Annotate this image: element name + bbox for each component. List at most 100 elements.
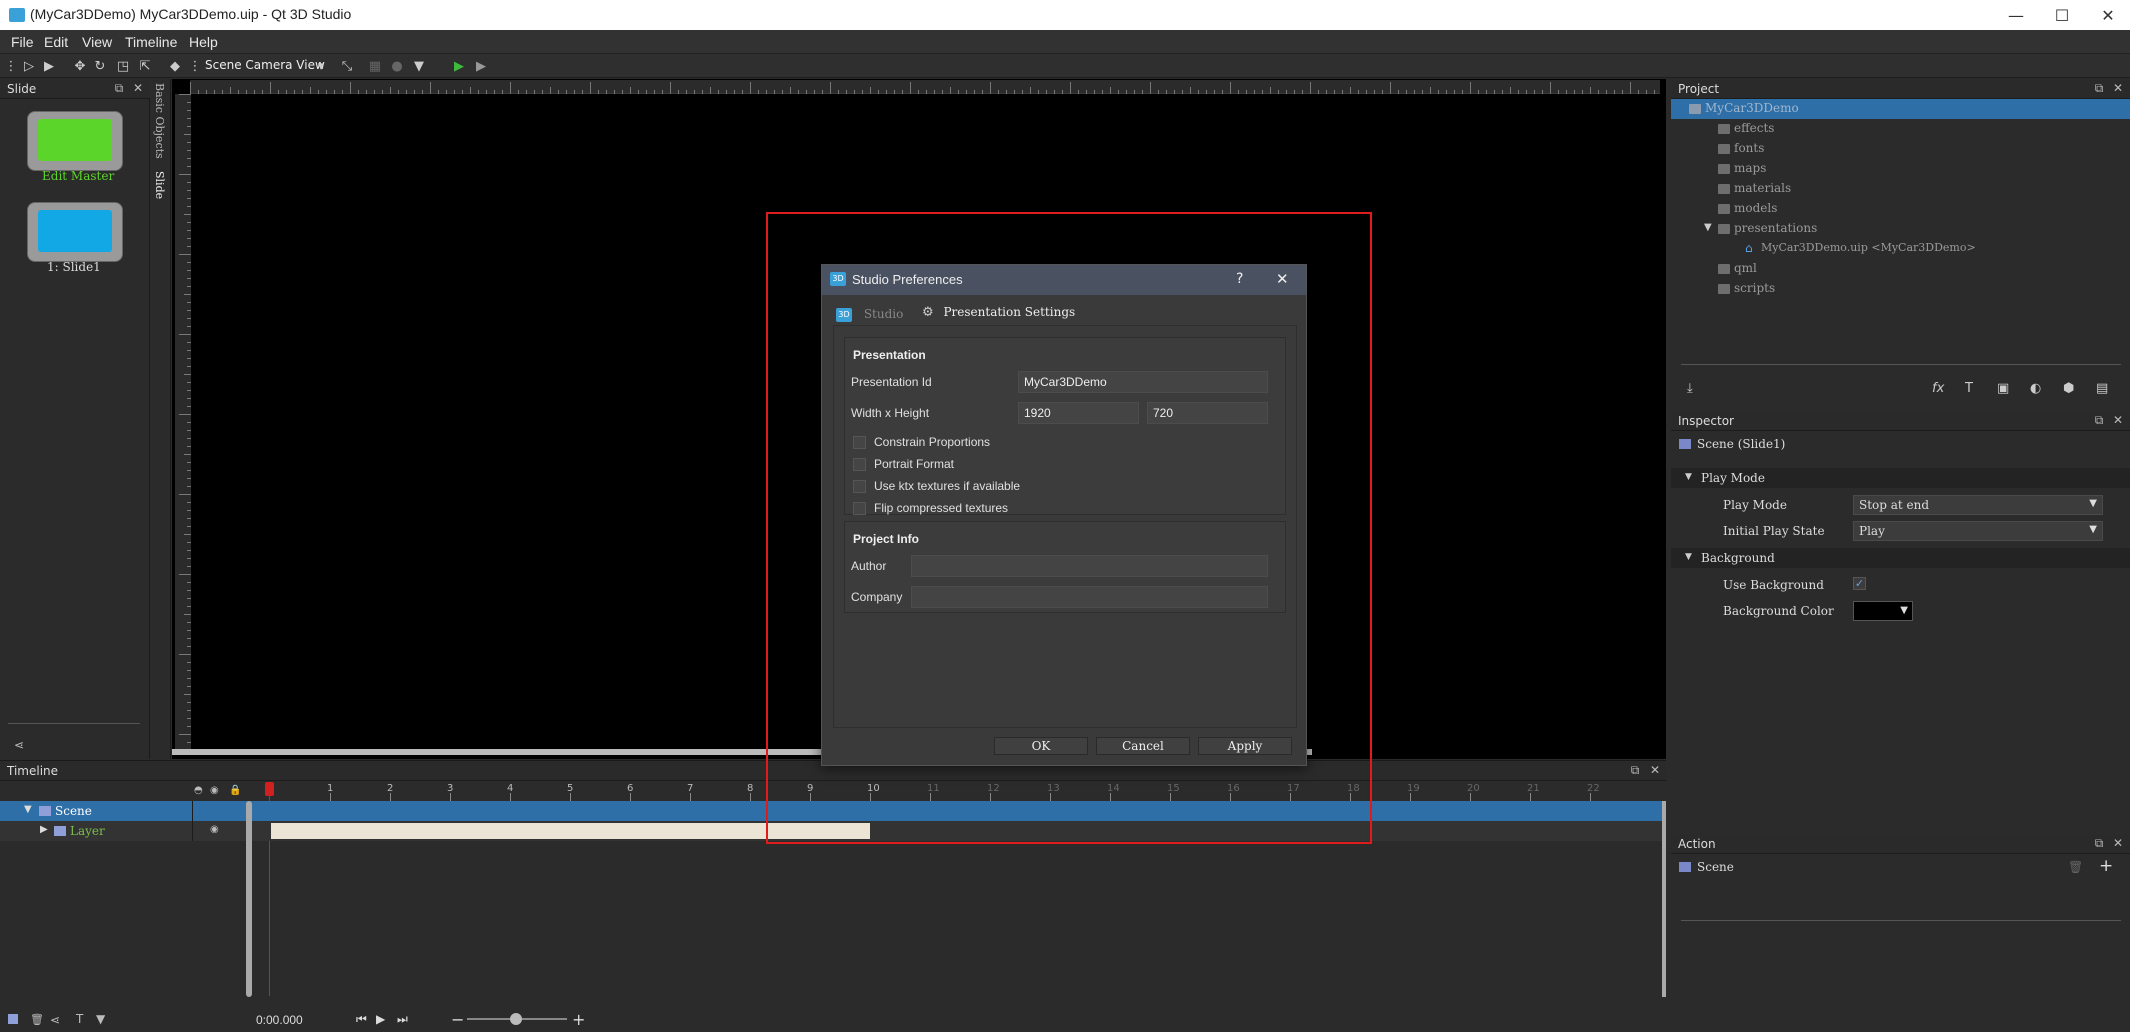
slide-thumb[interactable]	[27, 202, 123, 262]
slide-label[interactable]: 1: Slide1	[47, 260, 101, 274]
float-icon[interactable]: ⧉	[112, 81, 126, 95]
close-panel-icon[interactable]: ✕	[1648, 763, 1662, 777]
tree-row-root[interactable]: MyCar3DDemo	[1671, 99, 2130, 119]
dialog-close-button[interactable]: ✕	[1276, 270, 1289, 288]
skip-back-icon[interactable]: ⏮	[356, 1012, 367, 1027]
move-icon[interactable]: ✥	[71, 57, 89, 75]
grid-icon[interactable]: ▦	[366, 57, 384, 75]
menu-edit[interactable]: Edit	[44, 34, 68, 50]
tree-row-materials[interactable]: materials	[1671, 179, 2130, 199]
material-icon[interactable]: ◐	[2030, 381, 2041, 396]
tab-basic-objects[interactable]: Basic Objects	[153, 83, 166, 159]
eye-icon[interactable]: ◉	[210, 785, 219, 796]
wireframe-icon[interactable]: ●	[388, 57, 406, 75]
tab-slide[interactable]: Slide	[153, 171, 166, 199]
import-icon[interactable]: ⤓	[1687, 381, 1693, 396]
tree-row-maps[interactable]: maps	[1671, 159, 2130, 179]
portrait-format-checkbox[interactable]	[853, 458, 866, 471]
close-button[interactable]: ✕	[2085, 0, 2130, 30]
collapse-arrow-icon[interactable]: ▶	[40, 824, 48, 835]
scale-icon[interactable]: ◳	[114, 57, 132, 75]
tree-row-presentations[interactable]: ▼ presentations	[1671, 219, 2130, 239]
shy-icon[interactable]: ◓	[194, 785, 203, 796]
delete-icon[interactable]: 🗑	[30, 1013, 44, 1026]
apply-button[interactable]: Apply	[1198, 737, 1292, 755]
menu-file[interactable]: File	[11, 34, 34, 50]
help-button[interactable]: ?	[1236, 271, 1243, 287]
select-group-icon[interactable]: ▶	[40, 57, 58, 75]
image-icon[interactable]: ▣	[1997, 381, 2009, 396]
zoom-slider-handle[interactable]	[510, 1013, 522, 1025]
timeline-vscroll[interactable]	[246, 801, 252, 997]
skip-forward-icon[interactable]: ⏭	[397, 1012, 408, 1027]
share-icon[interactable]: ⋖	[50, 1013, 60, 1027]
play-icon[interactable]: ▶	[450, 57, 468, 75]
share-icon[interactable]: ⋖	[14, 738, 24, 752]
tree-row-qml[interactable]: qml	[1671, 259, 2130, 279]
float-icon[interactable]: ⧉	[1628, 763, 1642, 777]
text-icon[interactable]: T	[1965, 381, 1973, 396]
close-panel-icon[interactable]: ✕	[131, 81, 145, 95]
camera-view-select[interactable]: Scene Camera View	[205, 58, 325, 72]
section-background[interactable]: ▼ Background	[1671, 548, 2130, 568]
pivot-icon[interactable]: ⇱	[136, 57, 154, 75]
local-global-icon[interactable]: ◆	[166, 57, 184, 75]
eye-icon[interactable]: ◉	[210, 824, 219, 835]
text-icon[interactable]: T	[76, 1012, 83, 1026]
cancel-button[interactable]: Cancel	[1096, 737, 1190, 755]
section-play-mode[interactable]: ▼ Play Mode	[1671, 468, 2130, 488]
close-panel-icon[interactable]: ✕	[2111, 81, 2125, 95]
use-background-checkbox[interactable]: ✓	[1853, 577, 1866, 590]
close-panel-icon[interactable]: ✕	[2111, 413, 2125, 427]
rotate-icon[interactable]: ↻	[91, 57, 109, 75]
expand-arrow-icon[interactable]: ▼	[24, 804, 32, 815]
tab-presentation-settings[interactable]: ⚙ Presentation Settings	[916, 305, 1082, 325]
fit-icon[interactable]: ⤡	[338, 57, 356, 75]
menu-view[interactable]: View	[82, 34, 112, 50]
close-panel-icon[interactable]: ✕	[2111, 836, 2125, 850]
tree-row-scripts[interactable]: scripts	[1671, 279, 2130, 299]
play-remote-icon[interactable]: ▶	[472, 57, 490, 75]
menu-help[interactable]: Help	[189, 34, 218, 50]
effect-icon[interactable]: fx	[1932, 381, 1944, 396]
timeline-vscroll-right[interactable]	[1662, 801, 1666, 997]
ok-button[interactable]: OK	[994, 737, 1088, 755]
tab-studio[interactable]: 3D Studio	[836, 307, 903, 322]
add-action-icon[interactable]: +	[2099, 856, 2113, 876]
trash-icon[interactable]: 🗑	[2068, 860, 2083, 874]
maximize-button[interactable]: ☐	[2039, 0, 2085, 30]
zoom-out-icon[interactable]: −	[451, 1010, 464, 1029]
add-layer-icon[interactable]	[8, 1014, 18, 1024]
float-icon[interactable]: ⧉	[2092, 81, 2106, 95]
float-icon[interactable]: ⧉	[2092, 836, 2106, 850]
zoom-in-icon[interactable]: +	[572, 1010, 585, 1029]
expand-arrow-icon[interactable]: ▼	[1704, 222, 1712, 233]
company-field[interactable]	[911, 586, 1268, 608]
width-field[interactable]: 1920	[1018, 402, 1139, 424]
master-slide-thumb[interactable]	[27, 111, 123, 171]
presentation-id-field[interactable]: MyCar3DDemo	[1018, 371, 1268, 393]
initial-play-state-select[interactable]: Play ▼	[1853, 521, 2103, 541]
playhead-handle[interactable]	[265, 782, 274, 796]
filter-icon[interactable]: ▼	[410, 57, 428, 75]
flip-compressed-checkbox[interactable]	[853, 502, 866, 515]
model-icon[interactable]: ⬢	[2063, 381, 2074, 396]
layer-timebar[interactable]	[271, 823, 870, 839]
tree-row-models[interactable]: models	[1671, 199, 2130, 219]
ktx-textures-checkbox[interactable]	[853, 480, 866, 493]
chevron-down-icon[interactable]: ▾	[312, 57, 330, 75]
float-icon[interactable]: ⧉	[2092, 413, 2106, 427]
tree-row-fonts[interactable]: fonts	[1671, 139, 2130, 159]
menu-timeline[interactable]: Timeline	[125, 34, 177, 50]
background-color-picker[interactable]: ▼	[1853, 601, 1913, 621]
tree-row-effects[interactable]: effects	[1671, 119, 2130, 139]
lock-icon[interactable]: 🔒	[229, 785, 241, 796]
select-icon[interactable]: ▷	[20, 57, 38, 75]
qml-icon[interactable]: ▤	[2096, 381, 2108, 396]
play-icon[interactable]: ▶	[376, 1012, 385, 1026]
edit-master-label[interactable]: Edit Master	[42, 169, 114, 183]
time-display[interactable]: 0:00.000	[256, 1013, 303, 1027]
author-field[interactable]	[911, 555, 1268, 577]
filter-icon[interactable]: ▼	[96, 1012, 105, 1026]
tree-row-uip[interactable]: ⌂ MyCar3DDemo.uip <MyCar3DDemo>	[1671, 239, 2130, 259]
